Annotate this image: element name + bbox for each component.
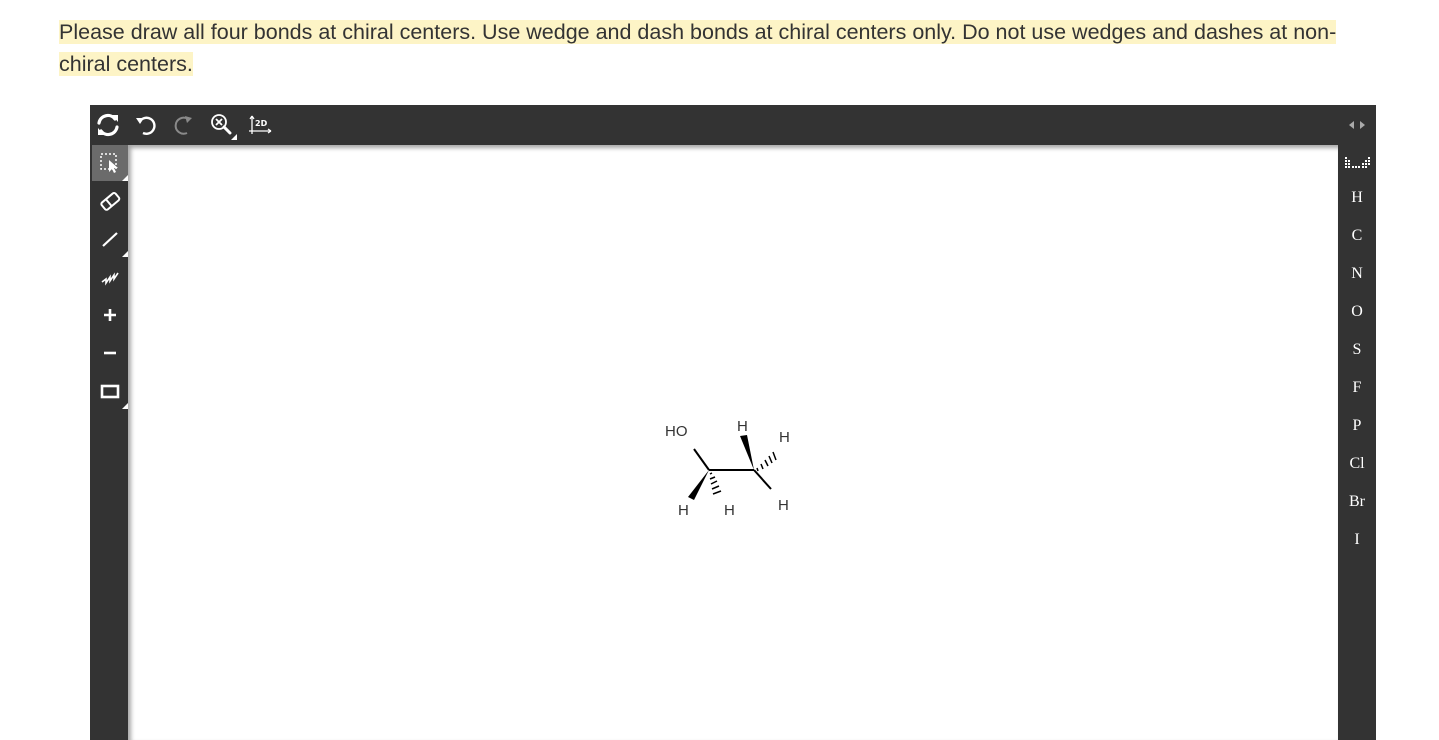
select-icon xyxy=(100,153,118,173)
right-toolbar: H C N O S F P Cl Br I xyxy=(1338,145,1376,740)
redo-icon xyxy=(174,116,192,135)
chain-icon xyxy=(101,272,119,286)
wedge-bond-c1-h[interactable] xyxy=(688,470,709,500)
dropdown-corner-indicator xyxy=(231,134,237,140)
molecule-editor: 2D HO H H H H H H C N O S F P Cl Br I xyxy=(90,105,1376,740)
element-i-button[interactable]: I xyxy=(1338,522,1376,558)
clean-button[interactable] xyxy=(93,110,123,140)
clean-icon xyxy=(97,113,119,137)
eraser-icon xyxy=(100,191,121,211)
collapse-arrows-icon xyxy=(1349,121,1365,129)
atom-label-h[interactable]: H xyxy=(737,418,748,435)
redo-button[interactable] xyxy=(169,110,199,140)
instructions-highlight: Please draw all four bonds at chiral cen… xyxy=(59,20,1337,76)
undo-button[interactable] xyxy=(131,110,161,140)
shape-tool[interactable] xyxy=(92,373,128,409)
atom-label-ho[interactable]: HO xyxy=(665,423,688,440)
erase-tool[interactable] xyxy=(92,183,128,219)
element-n-button[interactable]: N xyxy=(1338,256,1376,292)
charge-plus-tool[interactable] xyxy=(92,297,128,333)
periodic-table-icon xyxy=(1345,157,1370,168)
element-s-button[interactable]: S xyxy=(1338,332,1376,368)
atom-label-h[interactable]: H xyxy=(724,502,735,519)
bond-icon xyxy=(102,232,118,247)
element-h-button[interactable]: H xyxy=(1338,180,1376,216)
atom-label-h[interactable]: H xyxy=(779,429,790,446)
select-tool[interactable] xyxy=(92,145,128,181)
zoom-button[interactable] xyxy=(207,110,237,140)
left-toolbar xyxy=(90,145,128,740)
instructions-text: Please draw all four bonds at chiral cen… xyxy=(59,16,1349,80)
plus-icon xyxy=(104,309,116,321)
dash-bond-c2-h[interactable] xyxy=(756,451,777,472)
atom-label-h[interactable]: H xyxy=(778,497,789,514)
undo-icon xyxy=(136,116,156,135)
element-f-button[interactable]: F xyxy=(1338,370,1376,406)
dash-bond-c1-h[interactable] xyxy=(709,472,722,495)
element-o-button[interactable]: O xyxy=(1338,294,1376,330)
chain-tool[interactable] xyxy=(92,259,128,295)
periodic-table-button[interactable] xyxy=(1338,145,1376,181)
minus-icon xyxy=(104,351,116,355)
element-c-button[interactable]: C xyxy=(1338,218,1376,254)
drawing-canvas[interactable]: HO H H H H H xyxy=(128,145,1338,740)
collapse-toggle[interactable] xyxy=(1338,113,1376,137)
element-p-button[interactable]: P xyxy=(1338,408,1376,444)
ethanol-molecule: HO H H H H H xyxy=(665,418,790,519)
atom-label-h[interactable]: H xyxy=(678,502,689,519)
single-bond-tool[interactable] xyxy=(92,221,128,257)
layout-2d-icon: 2D xyxy=(249,115,272,134)
rectangle-icon xyxy=(100,384,120,399)
element-cl-button[interactable]: Cl xyxy=(1338,446,1376,482)
wedge-bond-c2-h[interactable] xyxy=(740,435,754,470)
bond-c1-o[interactable] xyxy=(693,448,710,471)
layout-2d-label: 2D xyxy=(255,119,268,128)
layout-2d-button[interactable]: 2D xyxy=(245,110,275,140)
bond-c2-h-right[interactable] xyxy=(753,469,772,490)
element-br-button[interactable]: Br xyxy=(1338,484,1376,520)
top-toolbar: 2D xyxy=(90,105,1376,145)
charge-minus-tool[interactable] xyxy=(92,335,128,371)
